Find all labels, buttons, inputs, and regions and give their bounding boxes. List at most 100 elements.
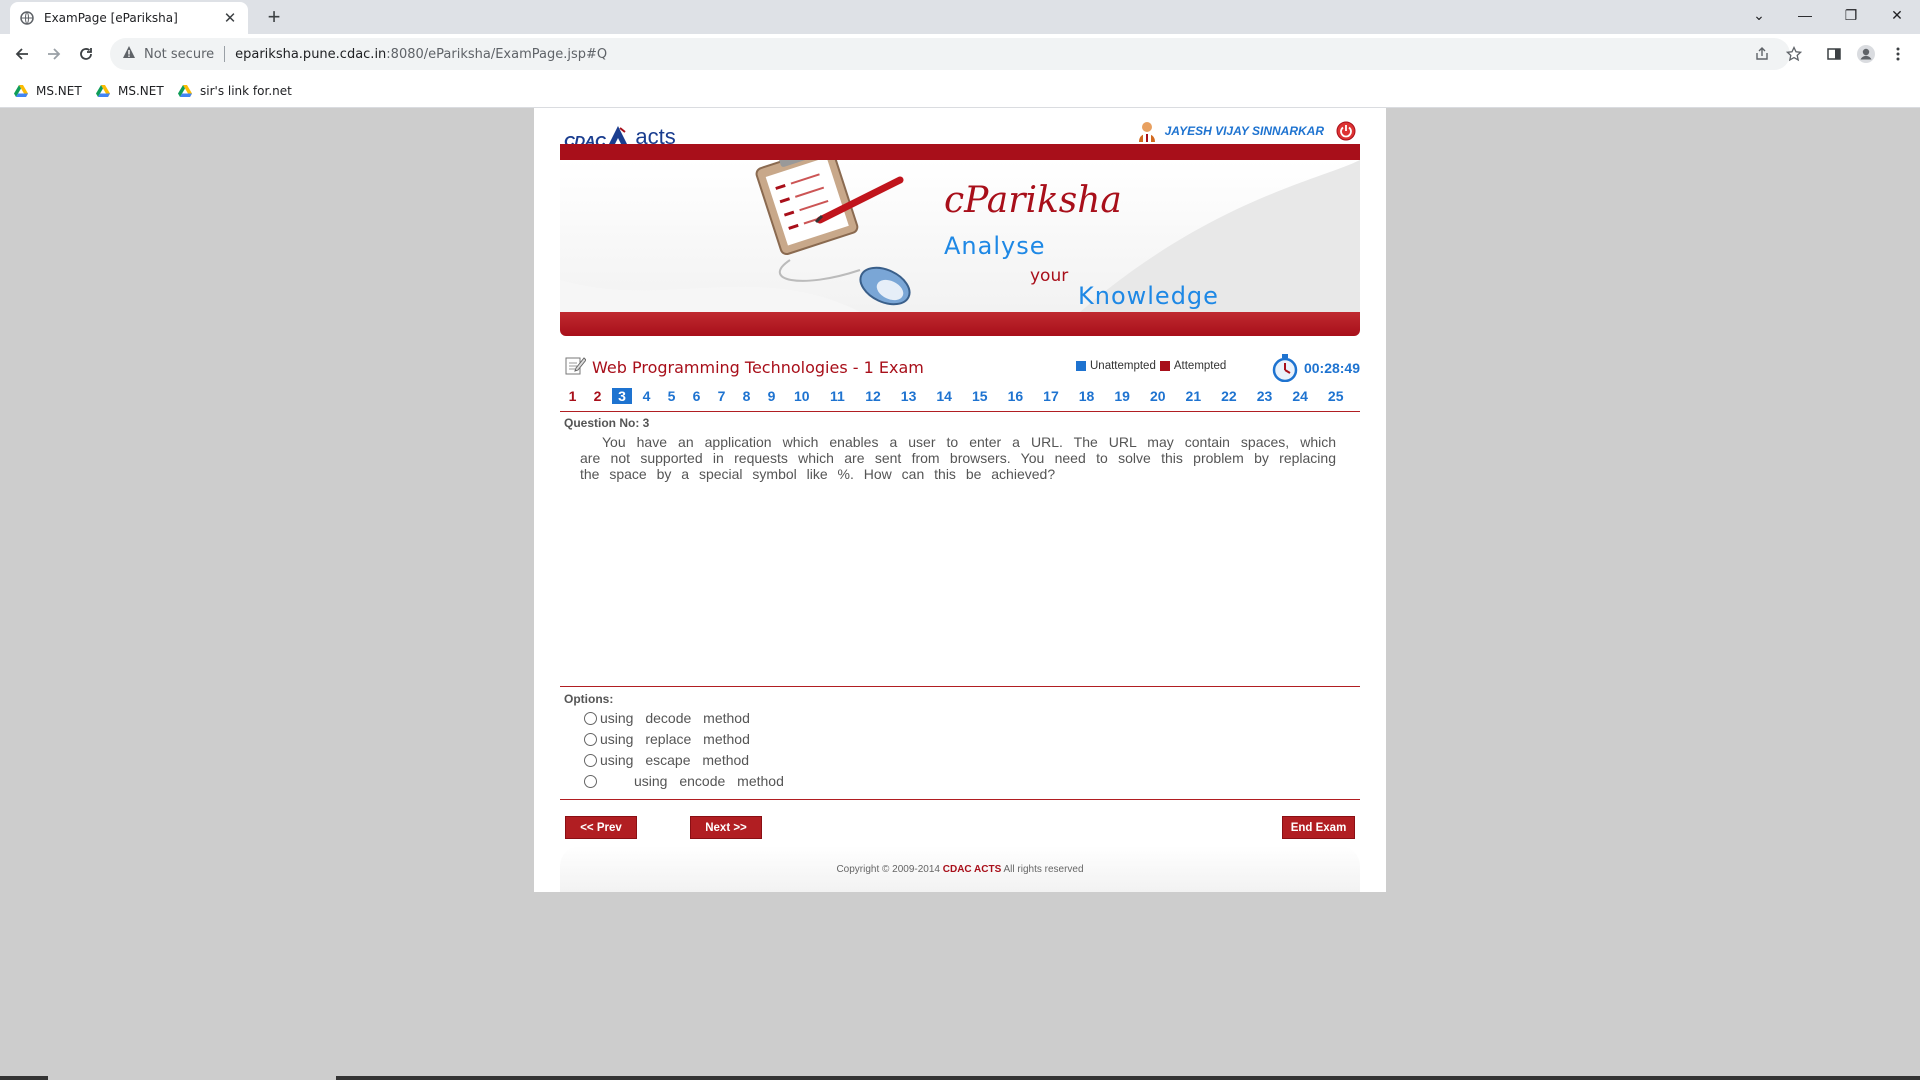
end-exam-button[interactable]: End Exam [1282,816,1355,839]
question-link-25[interactable]: 25 [1318,388,1354,404]
banner-tagline-analyse: Analyse [944,232,1046,260]
question-link-15[interactable]: 15 [962,388,998,404]
reload-button[interactable] [72,40,100,68]
banner-bottom-bar [560,312,1360,336]
tab-search-icon[interactable]: ⌄ [1736,0,1782,30]
question-link-22[interactable]: 22 [1211,388,1247,404]
question-number-label: Question No: 3 [564,416,650,430]
radio-button[interactable] [584,774,597,788]
forward-button[interactable] [40,40,68,68]
option-item[interactable]: using replace method [584,731,750,747]
browser-toolbar: Not secure epariksha.pune.cdac.in:8080/e… [0,34,1920,74]
exam-timer: 00:28:49 [1272,354,1360,382]
google-drive-icon [96,85,110,97]
divider [560,799,1360,800]
question-link-3[interactable]: 3 [612,388,632,404]
radio-button[interactable] [584,732,597,746]
question-link-17[interactable]: 17 [1033,388,1069,404]
bookmark-item[interactable]: sir's link for.net [178,82,292,100]
legend-attempted: Attempted [1173,360,1227,372]
question-link-1[interactable]: 1 [560,388,585,404]
option-text: using escape method [600,752,750,768]
bookmark-item[interactable]: MS.NET [14,82,82,100]
question-link-14[interactable]: 14 [926,388,962,404]
option-text: using replace method [600,731,750,747]
bookmark-label: sir's link for.net [200,84,292,98]
question-link-21[interactable]: 21 [1176,388,1212,404]
warning-icon [122,45,136,64]
brand-title: cPariksha [944,180,1122,221]
question-link-13[interactable]: 13 [891,388,927,404]
banner-body: cPariksha Analyse your Knowledge [560,160,1360,312]
close-window-button[interactable]: ✕ [1874,0,1920,30]
back-button[interactable] [8,40,36,68]
question-link-12[interactable]: 12 [855,388,891,404]
browser-tab-strip: ExamPage [ePariksha] ✕ + ⌄ — ❐ ✕ [0,0,1920,34]
question-link-16[interactable]: 16 [998,388,1034,404]
menu-kebab-icon[interactable] [1886,42,1910,66]
question-link-11[interactable]: 11 [820,388,856,404]
divider [224,46,226,62]
google-drive-icon [178,85,192,97]
question-link-9[interactable]: 9 [759,388,784,404]
share-icon[interactable] [1750,42,1774,66]
banner-tagline-your: your [1030,266,1069,286]
status-legend: Unattempted Attempted [1076,360,1226,372]
option-item[interactable]: using escape method [584,752,749,768]
option-text: using encode method [634,773,784,789]
user-info: JAYESH VIJAY SINNARKAR [1137,120,1356,142]
radio-button[interactable] [584,711,597,725]
power-logout-icon[interactable] [1336,121,1356,141]
divider [560,411,1360,412]
question-link-20[interactable]: 20 [1140,388,1176,404]
bookmark-item[interactable]: MS.NET [96,82,164,100]
prev-button[interactable]: << Prev [565,816,637,839]
banner-top-bar [560,144,1360,160]
question-link-10[interactable]: 10 [784,388,820,404]
bookmark-label: MS.NET [118,84,164,98]
question-link-18[interactable]: 18 [1069,388,1105,404]
question-text: You have an application which enables a … [580,434,1336,482]
question-link-7[interactable]: 7 [709,388,734,404]
option-text: using decode method [600,710,750,726]
question-link-4[interactable]: 4 [634,388,659,404]
question-link-5[interactable]: 5 [659,388,684,404]
question-link-23[interactable]: 23 [1247,388,1283,404]
option-item[interactable]: using decode method [584,710,750,726]
time-remaining: 00:28:49 [1303,360,1360,376]
url-path: :8080/ePariksha/ExamPage.jsp#Q [386,46,608,62]
globe-icon [20,11,34,25]
user-name: JAYESH VIJAY SINNARKAR [1164,124,1324,138]
stopwatch-icon [1272,354,1298,382]
security-status[interactable]: Not secure [144,47,214,62]
address-bar[interactable]: Not secure epariksha.pune.cdac.in:8080/e… [110,38,1790,70]
tab-title: ExamPage [ePariksha] [44,11,178,25]
url-text: epariksha.pune.cdac.in:8080/ePariksha/Ex… [235,47,607,62]
divider [560,686,1360,687]
close-tab-icon[interactable]: ✕ [222,9,238,27]
attempted-swatch [1159,361,1170,371]
next-button[interactable]: Next >> [690,816,762,839]
restore-button[interactable]: ❐ [1828,0,1874,30]
user-avatar-icon [1138,122,1155,142]
browser-tab[interactable]: ExamPage [ePariksha] ✕ [10,2,248,34]
exam-header: Web Programming Technologies - 1 Exam Un… [564,352,1360,382]
question-link-6[interactable]: 6 [684,388,709,404]
banner-tagline-knowledge: Knowledge [1078,282,1219,310]
question-link-8[interactable]: 8 [734,388,759,404]
question-link-24[interactable]: 24 [1282,388,1318,404]
radio-button[interactable] [584,753,597,767]
bookmark-label: MS.NET [36,84,82,98]
divider [336,1076,1920,1080]
options-label: Options: [564,692,614,706]
profile-avatar-icon[interactable] [1854,42,1878,66]
minimize-button[interactable]: — [1782,0,1828,30]
new-tab-button[interactable]: + [260,4,288,32]
option-item[interactable]: using encode method [584,773,784,789]
url-host: epariksha.pune.cdac.in [235,46,387,62]
side-panel-icon[interactable] [1822,42,1846,66]
notepad-icon [565,357,586,375]
question-link-19[interactable]: 19 [1104,388,1140,404]
bookmark-star-icon[interactable] [1782,42,1806,66]
question-link-2[interactable]: 2 [585,388,610,404]
